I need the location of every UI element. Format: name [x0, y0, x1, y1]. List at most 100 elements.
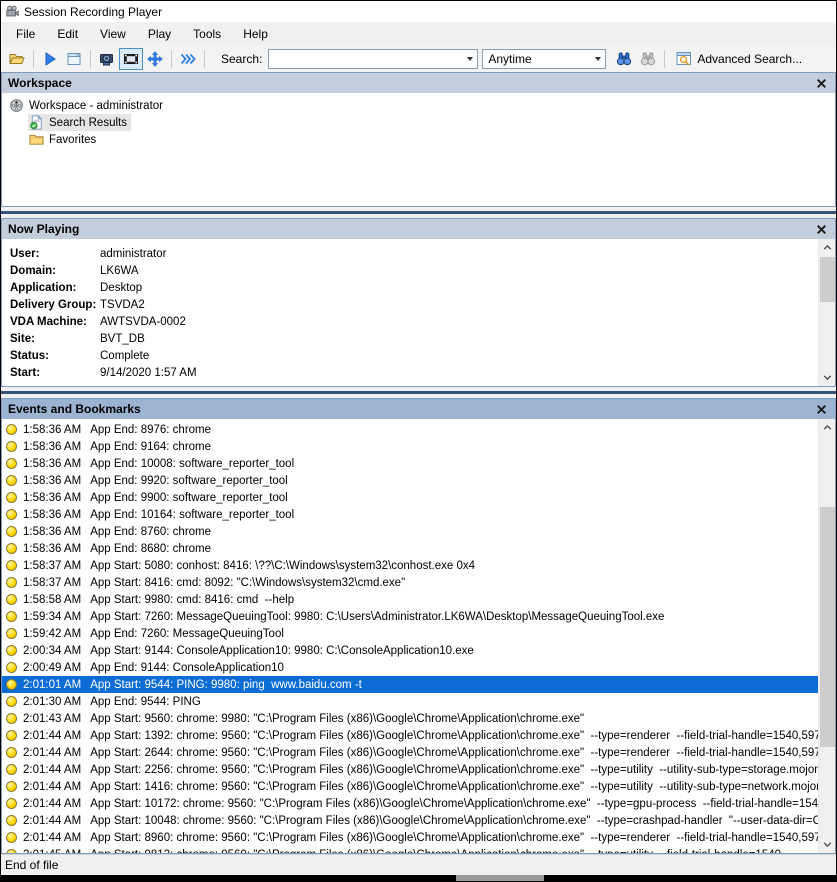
event-row[interactable]: 1:58:36 AMApp End: 9920: software_report…: [2, 472, 818, 489]
event-row[interactable]: 1:58:36 AMApp End: 9164: chrome: [2, 438, 818, 455]
now-playing-field-domain: Domain:LK6WA: [10, 262, 835, 279]
now-playing-close-button[interactable]: [814, 222, 829, 237]
events-panel: Events and Bookmarks 1:58:36 AMApp End: …: [1, 398, 836, 854]
scroll-up-button[interactable]: [819, 420, 835, 435]
event-time: 1:58:37 AM: [23, 560, 81, 572]
tree-item-workspace-administrator[interactable]: Workspace - administrator: [2, 97, 835, 114]
film-strip-view-button[interactable]: [119, 48, 143, 70]
event-row[interactable]: 2:01:44 AMApp Start: 1416: chrome: 9560:…: [2, 778, 818, 795]
event-bookmark-icon: [6, 543, 17, 554]
event-row[interactable]: 1:58:36 AMApp End: 8760: chrome: [2, 523, 818, 540]
event-row[interactable]: 2:01:44 AMApp Start: 10172: chrome: 9560…: [2, 795, 818, 812]
toolbar-separator: [204, 50, 205, 68]
event-text: App Start: 9544: PING: 9980: ping www.ba…: [90, 679, 362, 691]
event-time: 2:01:44 AM: [23, 764, 81, 776]
projector-view-button[interactable]: [95, 48, 119, 70]
event-row[interactable]: 1:58:37 AMApp Start: 8416: cmd: 8092: "C…: [2, 574, 818, 591]
advanced-search-button[interactable]: Advanced Search...: [669, 48, 809, 70]
field-value: administrator: [100, 248, 166, 260]
pan-button[interactable]: [143, 48, 167, 70]
time-filter-dropdown-arrow[interactable]: [590, 50, 605, 68]
menu-help[interactable]: Help: [232, 24, 279, 44]
find-previous-button[interactable]: [636, 48, 660, 70]
now-playing-scrollbar[interactable]: [818, 239, 835, 386]
search-input[interactable]: [268, 49, 478, 69]
event-text: App End: 8976: chrome: [90, 424, 211, 436]
event-bookmark-icon: [6, 849, 17, 853]
event-row[interactable]: 2:01:44 AMApp Start: 8960: chrome: 9560:…: [2, 829, 818, 846]
toolbar: Search: Anytime Advanced Search...: [1, 45, 836, 72]
event-row[interactable]: 1:58:36 AMApp End: 10008: software_repor…: [2, 455, 818, 472]
event-time: 2:01:44 AM: [23, 781, 81, 793]
menu-file[interactable]: File: [5, 24, 46, 44]
events-scrollbar[interactable]: [818, 419, 835, 853]
event-row[interactable]: 2:01:44 AMApp Start: 1392: chrome: 9560:…: [2, 727, 818, 744]
event-row[interactable]: 2:01:44 AMApp Start: 10048: chrome: 9560…: [2, 812, 818, 829]
event-text: App Start: 7260: MessageQueuingTool: 998…: [90, 611, 664, 623]
event-row[interactable]: 2:00:49 AMApp End: 9144: ConsoleApplicat…: [2, 659, 818, 676]
event-row[interactable]: 1:59:42 AMApp End: 7260: MessageQueuingT…: [2, 625, 818, 642]
event-time: 2:01:43 AM: [23, 713, 81, 725]
event-row[interactable]: 2:00:34 AMApp Start: 9144: ConsoleApplic…: [2, 642, 818, 659]
event-time: 1:58:36 AM: [23, 492, 81, 504]
scrollbar-thumb[interactable]: [820, 257, 835, 302]
event-row[interactable]: 2:01:45 AMApp Start: 9812: chrome: 9560:…: [2, 846, 818, 853]
event-row[interactable]: 1:58:36 AMApp End: 9900: software_report…: [2, 489, 818, 506]
event-row[interactable]: 1:59:34 AMApp Start: 7260: MessageQueuin…: [2, 608, 818, 625]
event-row[interactable]: 2:01:44 AMApp Start: 2256: chrome: 9560:…: [2, 761, 818, 778]
event-row[interactable]: 1:58:36 AMApp End: 10164: software_repor…: [2, 506, 818, 523]
workspace-tree: Workspace - administrator Search Results F…: [2, 93, 835, 206]
event-row[interactable]: 2:01:43 AMApp Start: 9560: chrome: 9980:…: [2, 710, 818, 727]
event-row[interactable]: 1:58:58 AMApp Start: 9980: cmd: 8416: cm…: [2, 591, 818, 608]
scroll-down-button[interactable]: [819, 837, 835, 852]
event-row[interactable]: 2:01:30 AMApp End: 9544: PING: [2, 693, 818, 710]
bottom-strip: [1, 875, 836, 881]
splitter[interactable]: [1, 207, 836, 218]
status-text: End of file: [5, 858, 58, 872]
event-time: 2:01:45 AM: [23, 849, 81, 854]
splitter[interactable]: [1, 387, 836, 398]
menu-view[interactable]: View: [89, 24, 137, 44]
event-text: App End: 10164: software_reporter_tool: [90, 509, 294, 521]
workspace-panel-header: Workspace: [2, 73, 835, 93]
menu-tools[interactable]: Tools: [182, 24, 232, 44]
event-text: App Start: 2644: chrome: 9560: "C:\Progr…: [90, 747, 818, 759]
tree-item-search-results[interactable]: Search Results: [2, 114, 835, 131]
event-row[interactable]: 1:58:37 AMApp Start: 5080: conhost: 8416…: [2, 557, 818, 574]
scroll-down-button[interactable]: [819, 370, 835, 385]
event-bookmark-icon: [6, 611, 17, 622]
event-row-selected[interactable]: 2:01:01 AM App Start: 9544: PING: 9980: p…: [2, 676, 818, 693]
events-body: 1:58:36 AMApp End: 8976: chrome1:58:36 A…: [2, 419, 835, 853]
time-filter-dropdown[interactable]: Anytime: [482, 49, 606, 69]
event-row[interactable]: 2:01:44 AMApp Start: 2644: chrome: 9560:…: [2, 744, 818, 761]
find-next-button[interactable]: [612, 48, 636, 70]
menu-edit[interactable]: Edit: [46, 24, 89, 44]
workspace-close-button[interactable]: [814, 76, 829, 91]
now-playing-field-delivery-group: Delivery Group:TSVDA2: [10, 296, 835, 313]
events-close-button[interactable]: [814, 402, 829, 417]
field-label: Start:: [10, 367, 100, 379]
chevron-down-icon: [467, 57, 473, 61]
tree-item-favorites[interactable]: Favorites: [2, 131, 835, 148]
toolbar-separator: [664, 50, 665, 68]
event-time: 2:01:01 AM: [23, 679, 81, 691]
event-time: 2:00:49 AM: [23, 662, 81, 674]
menubar: FileEditViewPlayToolsHelp: [1, 22, 836, 45]
open-button[interactable]: [5, 48, 29, 70]
event-text: App Start: 9980: cmd: 8416: cmd --help: [90, 594, 294, 606]
scrollbar-thumb[interactable]: [820, 507, 835, 747]
field-value: AWTSVDA-0002: [100, 316, 186, 328]
search-dropdown-arrow[interactable]: [462, 50, 477, 68]
menu-play[interactable]: Play: [137, 24, 182, 44]
event-row[interactable]: 1:58:36 AMApp End: 8680: chrome: [2, 540, 818, 557]
scroll-up-button[interactable]: [819, 240, 835, 255]
event-bookmark-icon: [6, 696, 17, 707]
event-bookmark-icon: [6, 713, 17, 724]
event-row[interactable]: 1:58:36 AMApp End: 8976: chrome: [2, 421, 818, 438]
now-playing-panel-title: Now Playing: [8, 222, 79, 236]
fast-forward-button[interactable]: [176, 48, 200, 70]
play-button[interactable]: [38, 48, 62, 70]
window-view-button[interactable]: [62, 48, 86, 70]
tree-item-label: Search Results: [49, 117, 127, 129]
field-value: TSVDA2: [100, 299, 145, 311]
